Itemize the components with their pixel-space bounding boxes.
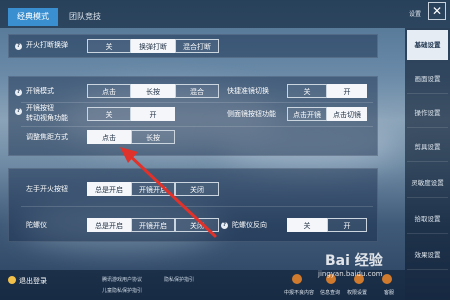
close-button[interactable]: ✕ xyxy=(428,2,446,20)
sidebar-item-vehicle[interactable]: 剪具设置 xyxy=(407,132,448,162)
rotate-view-label-line2: 转动视角功能 xyxy=(26,114,68,122)
logout-icon xyxy=(8,276,16,284)
focus-mode-tap[interactable]: 点击 xyxy=(87,130,131,144)
rotate-view-on[interactable]: 开 xyxy=(131,107,175,121)
side-scope-label: 侧面镜按钮功能 xyxy=(227,110,276,118)
left-fire-always[interactable]: 总是开启 xyxy=(87,182,131,196)
report-icon[interactable] xyxy=(292,274,302,284)
top-tab-bar: 经典模式 团队竞技 xyxy=(0,0,405,28)
child-privacy-link[interactable]: 儿童隐私保护指引 xyxy=(102,287,142,294)
divider xyxy=(21,102,373,103)
sidebar-item-basic[interactable]: 基础设置 xyxy=(407,30,448,60)
divider xyxy=(21,126,373,127)
help-icon[interactable]: ? xyxy=(221,222,228,229)
open-scope-tap[interactable]: 点击 xyxy=(87,84,131,98)
permission-label: 权限设置 xyxy=(347,290,368,296)
settings-title: 设置 xyxy=(409,11,422,18)
customer-service-label: 客服 xyxy=(384,290,395,296)
gyro-scoped[interactable]: 开镜开启 xyxy=(131,218,175,232)
gyro-label: 陀螺仪 xyxy=(26,221,47,229)
sidebar-item-graphics[interactable]: 画面设置 xyxy=(407,64,448,94)
watermark-logo-text: Bai 经验 xyxy=(325,253,383,269)
open-scope-hold[interactable]: 长按 xyxy=(131,84,175,98)
scope-settings-panel: ? 开镜模式 点击 长按 混合 快捷准镜切换 关 开 ? 开镜按钮 转动视角功能… xyxy=(8,76,378,156)
gyro-off[interactable]: 关闭 xyxy=(175,218,219,232)
gyro-reverse-label: 陀螺仪反向 xyxy=(232,221,267,229)
baidu-watermark-url: jingyan.baidu.com xyxy=(318,270,383,278)
reload-interrupt-panel: ? 开火打断换弹 关 换弹打断 混合打断 xyxy=(8,34,378,58)
reload-interrupt-off[interactable]: 关 xyxy=(87,39,131,53)
help-icon[interactable]: ? xyxy=(15,89,22,96)
info-query-label: 信息查询 xyxy=(320,290,341,296)
focus-mode-label: 调整焦距方式 xyxy=(26,133,68,141)
logout-button[interactable]: 退出登录 xyxy=(8,276,47,286)
fire-gyro-panel: 左手开火按钮 总是开启 开镜开启 关闭 陀螺仪 总是开启 开镜开启 关闭 ? 陀… xyxy=(8,168,378,242)
reload-interrupt-label: 开火打断换弹 xyxy=(26,41,68,49)
report-label: 中报不良内容 xyxy=(284,290,315,296)
quick-scope-label: 快捷准镜切换 xyxy=(227,87,269,95)
settings-sidebar: 基础设置 画面设置 操作设置 剪具设置 灵敏度设置 拾取设置 效果设置 xyxy=(405,28,450,300)
quick-scope-off[interactable]: 关 xyxy=(287,84,327,98)
gyro-always[interactable]: 总是开启 xyxy=(87,218,131,232)
privacy-guide-link[interactable]: 隐私保护指引 xyxy=(164,276,194,283)
customer-service-icon[interactable] xyxy=(382,274,392,284)
open-scope-mode-label: 开镜模式 xyxy=(26,87,54,95)
sidebar-item-sensitivity[interactable]: 灵敏度设置 xyxy=(407,168,448,198)
help-icon[interactable]: ? xyxy=(15,108,22,115)
rotate-view-label-line1: 开镜按钮 xyxy=(26,104,54,112)
rotate-view-off[interactable]: 关 xyxy=(87,107,131,121)
sidebar-item-effects[interactable]: 效果设置 xyxy=(407,240,448,270)
reload-interrupt-mixed[interactable]: 混合打断 xyxy=(175,39,219,53)
tab-classic-mode[interactable]: 经典模式 xyxy=(8,8,58,26)
divider xyxy=(21,206,373,207)
watermark-url-text: jingyan.baidu.com xyxy=(318,270,383,278)
user-agreement-link[interactable]: 腾讯游戏用户协议 xyxy=(102,276,142,283)
open-scope-mixed[interactable]: 混合 xyxy=(175,84,219,98)
left-fire-off[interactable]: 关闭 xyxy=(175,182,219,196)
focus-mode-hold[interactable]: 长按 xyxy=(131,130,175,144)
side-scope-tap-switch[interactable]: 点击切镜 xyxy=(327,107,367,121)
reload-interrupt-reload[interactable]: 换弹打断 xyxy=(131,39,175,53)
quick-scope-on[interactable]: 开 xyxy=(327,84,367,98)
gyro-reverse-on[interactable]: 开 xyxy=(327,218,367,232)
baidu-watermark: Bai 经验 xyxy=(325,250,383,270)
sidebar-item-controls[interactable]: 操作设置 xyxy=(407,98,448,128)
left-fire-label: 左手开火按钮 xyxy=(26,185,68,193)
left-fire-scoped[interactable]: 开镜开启 xyxy=(131,182,175,196)
help-icon[interactable]: ? xyxy=(15,43,22,50)
tab-team-deathmatch[interactable]: 团队竞技 xyxy=(62,8,108,26)
gyro-reverse-off[interactable]: 关 xyxy=(287,218,327,232)
logout-label: 退出登录 xyxy=(19,277,47,285)
side-scope-tap-open[interactable]: 点击开镜 xyxy=(287,107,327,121)
sidebar-item-pickup[interactable]: 拾取设置 xyxy=(407,204,448,234)
